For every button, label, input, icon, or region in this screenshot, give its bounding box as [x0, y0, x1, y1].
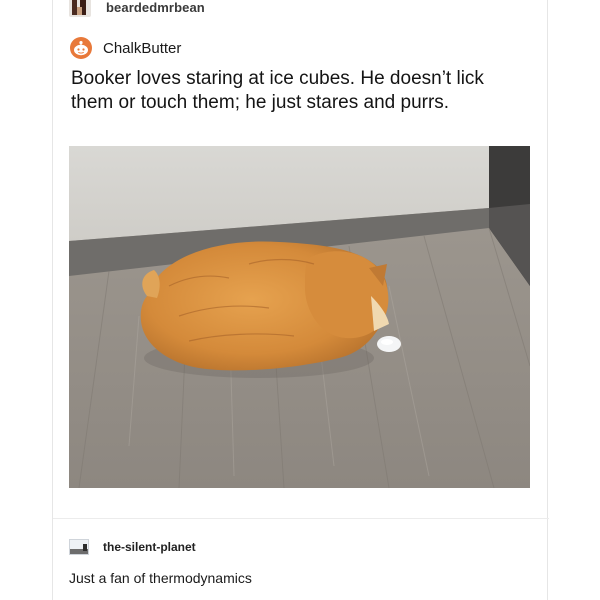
- reply-body-text: Just a fan of thermodynamics: [69, 570, 252, 586]
- reply-user-row[interactable]: the-silent-planet: [69, 538, 196, 556]
- post-card: beardedmrbean ChalkButter Booker loves s…: [52, 0, 549, 600]
- op-username[interactable]: beardedmrbean: [106, 0, 205, 15]
- landscape-avatar-icon[interactable]: [69, 539, 89, 555]
- op-user-row[interactable]: beardedmrbean: [69, 0, 205, 18]
- reblog-username[interactable]: ChalkButter: [103, 40, 181, 57]
- bearded-avatar-icon[interactable]: [69, 0, 91, 17]
- reply-username[interactable]: the-silent-planet: [103, 540, 196, 554]
- orange-cat-staring-at-ice-cube-photo: [69, 146, 530, 488]
- post-body-text: Booker loves staring at ice cubes. He do…: [71, 68, 484, 113]
- reddit-snoo-avatar-icon[interactable]: [69, 36, 93, 60]
- reblog-user-row[interactable]: ChalkButter: [69, 36, 181, 60]
- reply-divider: [53, 518, 549, 519]
